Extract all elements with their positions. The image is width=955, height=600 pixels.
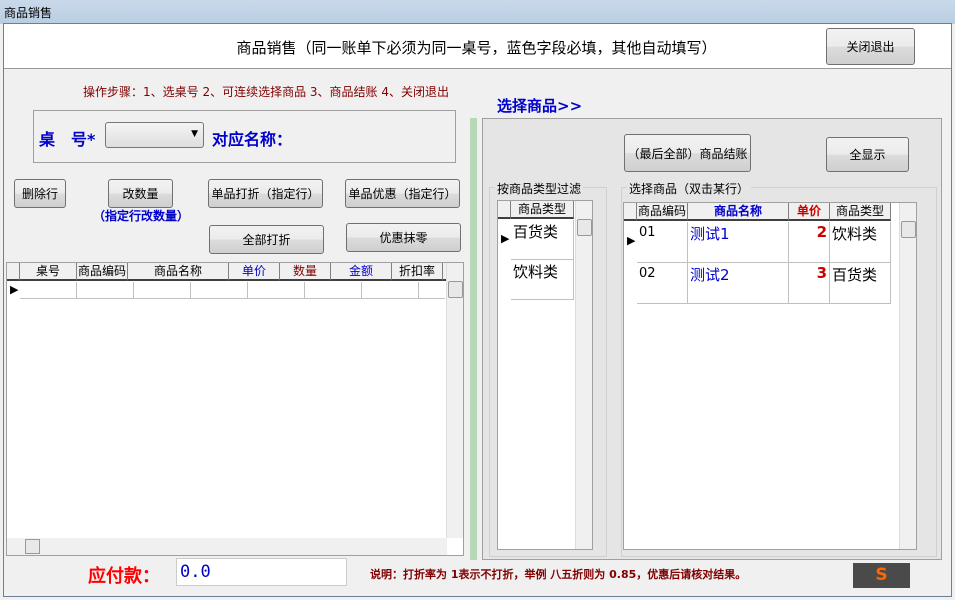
category-grid[interactable]: 商品类型 ▶ 百货类 饮料类 — [497, 200, 593, 550]
all-discount-button[interactable]: 全部打折 — [209, 225, 324, 254]
payable-field[interactable]: 0.0 — [176, 558, 347, 586]
row-pointer-icon: ▶ — [10, 283, 19, 296]
table-number-label: 桌 号* — [39, 130, 96, 149]
close-exit-button[interactable]: 关闭退出 — [826, 28, 915, 65]
column-header[interactable]: 单价 — [229, 263, 280, 281]
column-header[interactable]: 折扣率 — [392, 263, 443, 281]
item-discount-button[interactable]: 单品打折（指定行） — [208, 179, 323, 208]
item-offer-button[interactable]: 单品优惠（指定行） — [345, 179, 460, 208]
column-header[interactable]: 商品类型 — [830, 203, 891, 221]
change-quantity-hint: （指定行改数量） — [93, 209, 190, 223]
column-header[interactable]: 数量 — [280, 263, 331, 281]
row-pointer-icon: ▶ — [627, 234, 636, 247]
column-header[interactable]: 商品名称 — [128, 263, 229, 281]
title-bar: 商品销售 — [0, 0, 955, 24]
steps-text: 操作步骤：1、选桌号 2、可连续选择商品 3、商品结账 4、关闭退出 — [83, 85, 449, 99]
vertical-scrollbar[interactable] — [575, 201, 592, 549]
horizontal-scrollbar[interactable] — [7, 538, 447, 555]
round-off-button[interactable]: 优惠抹零 — [346, 223, 461, 252]
vertical-scrollbar[interactable] — [899, 203, 916, 549]
note-text: 说明：打折率为 1表示不打折，举例 八五折则为 0.85，优惠后请核对结果。 — [370, 568, 747, 581]
column-header[interactable]: 商品名称 — [688, 203, 789, 221]
input-method-icon[interactable]: S — [853, 563, 910, 588]
category-row[interactable]: 饮料类 — [511, 260, 574, 300]
delete-row-button[interactable]: 删除行 — [14, 179, 66, 208]
splitter[interactable] — [470, 118, 477, 560]
column-header[interactable]: 单价 — [789, 203, 830, 221]
vertical-scrollbar[interactable] — [446, 263, 463, 538]
checkout-button[interactable]: （最后全部）商品结账 — [624, 134, 751, 172]
chevron-down-icon: ▼ — [191, 129, 198, 139]
name-label: 对应名称： — [212, 130, 293, 149]
category-row[interactable]: 百货类 — [511, 220, 574, 260]
change-quantity-button[interactable]: 改数量 — [108, 179, 173, 208]
filter-group-label: 按商品类型过滤 — [495, 180, 584, 197]
payable-label: 应付款： — [88, 566, 160, 587]
column-header[interactable]: 商品编码 — [637, 203, 688, 221]
header: 商品销售（同一账单下必须为同一桌号，蓝色字段必填，其他自动填写） — [4, 24, 951, 69]
table-number-dropdown[interactable]: ▼ — [105, 122, 204, 148]
show-all-button[interactable]: 全显示 — [826, 137, 909, 172]
window-title: 商品销售 — [4, 6, 53, 20]
new-row[interactable] — [20, 282, 445, 299]
row-pointer-icon: ▶ — [501, 232, 510, 245]
order-grid[interactable]: 桌号 商品编码 商品名称 单价 数量 金额 折扣率 折 ▶ — [6, 262, 464, 556]
column-header[interactable]: 金额 — [331, 263, 392, 281]
column-header[interactable]: 商品类型 — [511, 201, 574, 219]
products-group-label: 选择商品（双击某行） — [627, 180, 752, 197]
products-grid[interactable]: 商品编码 商品名称 单价 商品类型 ▶ 01 测试1 2 饮料类 02 测试2 … — [623, 202, 917, 550]
column-header[interactable]: 桌号 — [20, 263, 77, 281]
column-header[interactable]: 商品编码 — [77, 263, 128, 281]
select-products-title: 选择商品>> — [497, 97, 583, 115]
page-title: 商品销售（同一账单下必须为同一桌号，蓝色字段必填，其他自动填写） — [236, 39, 717, 57]
